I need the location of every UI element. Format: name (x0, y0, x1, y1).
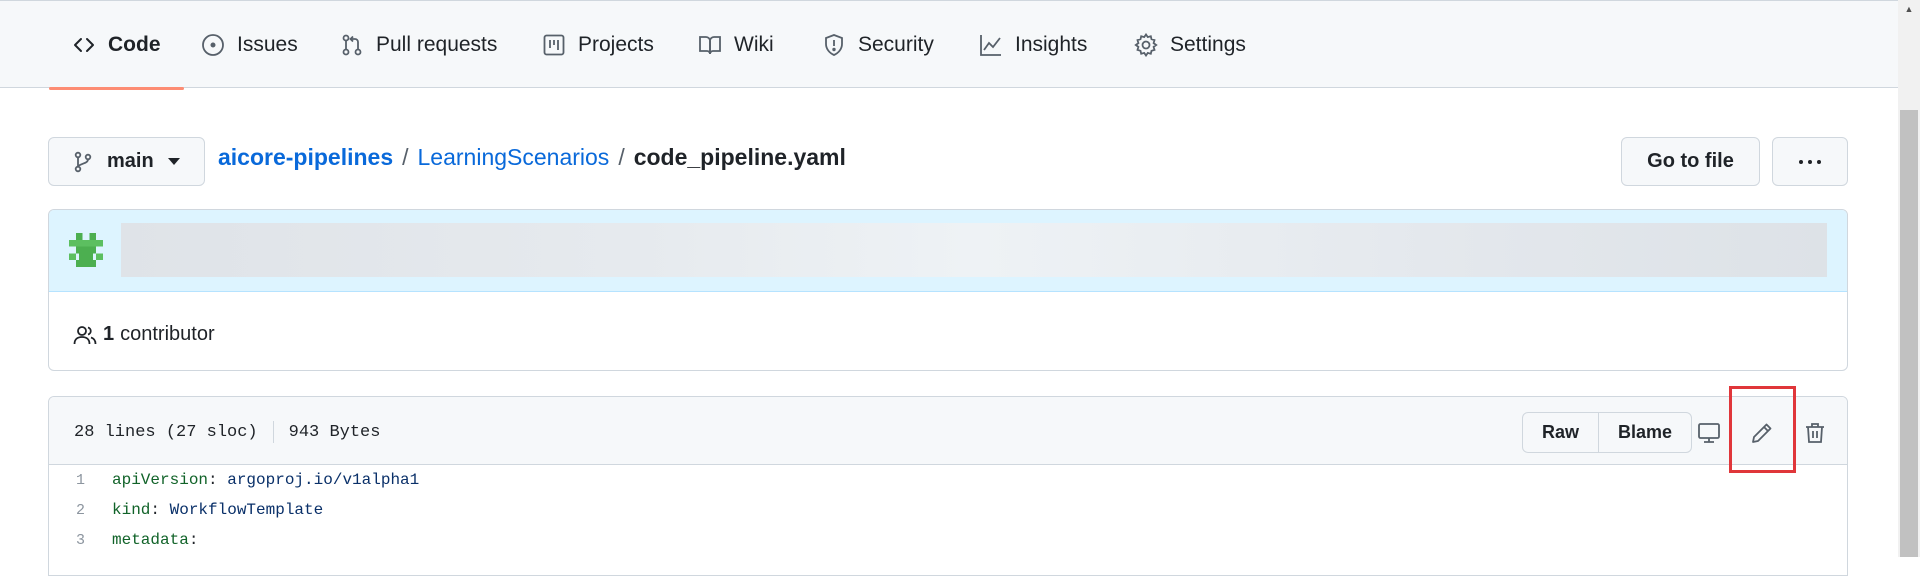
tab-pull-requests[interactable]: Pull requests (340, 1, 497, 89)
branch-name: main (107, 150, 154, 172)
file-size: 943 Bytes (288, 422, 381, 442)
people-icon (73, 325, 97, 344)
raw-blame-button-group: Raw Blame (1522, 412, 1693, 453)
yaml-key: apiVersion (112, 471, 209, 489)
book-icon (699, 36, 721, 55)
tab-label: Settings (1170, 33, 1246, 56)
line-number[interactable]: 1 (49, 472, 112, 489)
display-rich-button[interactable] (1693, 417, 1725, 449)
kebab-horizontal-icon (1799, 159, 1821, 164)
repo-nav: Code Issues Pull requests Projects Wiki … (0, 0, 1898, 90)
latest-commit-box: 1 contributor (48, 209, 1848, 371)
file-info: 28 lines (27 sloc) 943 Bytes (74, 421, 380, 443)
go-to-file-button[interactable]: Go to file (1621, 137, 1760, 186)
shield-icon (825, 34, 843, 56)
tab-label: Wiki (734, 33, 774, 56)
line-number[interactable]: 2 (49, 502, 112, 519)
tab-projects[interactable]: Projects (542, 1, 654, 89)
breadcrumb-separator: / (402, 144, 409, 170)
branch-select-button[interactable]: main (48, 137, 205, 186)
project-table-icon (543, 34, 565, 56)
tab-label: Issues (237, 33, 298, 56)
desktop-icon (1698, 423, 1720, 443)
line-number[interactable]: 3 (49, 532, 112, 549)
tab-insights[interactable]: Insights (979, 1, 1087, 89)
breadcrumb-separator: / (618, 144, 625, 170)
yaml-value: WorkflowTemplate (169, 501, 324, 519)
scroll-up-arrow-icon[interactable]: ▲ (1898, 0, 1920, 18)
tab-label: Pull requests (376, 33, 498, 56)
latest-commit-row (49, 210, 1847, 292)
yaml-value: argoproj.io/v1alpha1 (227, 471, 420, 489)
tab-security[interactable]: Security (822, 1, 934, 89)
caret-down-icon (167, 158, 180, 165)
gear-icon (1134, 33, 1158, 57)
code-line: 1 apiVersion: argoproj.io/v1alpha1 (49, 465, 1847, 495)
avatar[interactable] (69, 233, 103, 267)
tab-issues[interactable]: Issues (201, 1, 298, 89)
git-branch-icon (74, 151, 92, 172)
git-pull-request-icon (342, 34, 362, 56)
file-lines-info: 28 lines (27 sloc) (74, 422, 258, 442)
meta-divider (272, 421, 274, 443)
breadcrumb-folder-link[interactable]: LearningScenarios (418, 144, 610, 171)
contributors-count: 1 (103, 323, 115, 345)
code-line: 3 metadata: (49, 525, 1847, 555)
raw-button[interactable]: Raw (1523, 413, 1598, 452)
issue-opened-icon (202, 34, 224, 56)
yaml-key: metadata (112, 531, 189, 549)
code-icon (74, 38, 94, 52)
tab-label: Security (858, 33, 934, 56)
tab-wiki[interactable]: Wiki (698, 1, 774, 89)
commit-message-redacted (121, 223, 1827, 277)
tab-settings[interactable]: Settings (1134, 1, 1246, 89)
trash-icon (1806, 423, 1824, 443)
yaml-key: kind (112, 501, 151, 519)
tab-label: Code (108, 33, 161, 56)
more-options-button[interactable] (1772, 137, 1848, 186)
contributors-label: contributor (120, 323, 215, 345)
breadcrumb-repo-link[interactable]: aicore-pipelines (218, 144, 393, 171)
edit-button-highlight (1729, 386, 1796, 473)
contributors-summary[interactable]: 1 contributor (73, 323, 215, 346)
file-header: 28 lines (27 sloc) 943 Bytes Raw Blame (49, 397, 1847, 465)
blame-button[interactable]: Blame (1598, 413, 1691, 452)
code-listing: 1 apiVersion: argoproj.io/v1alpha1 2 kin… (49, 465, 1847, 555)
breadcrumb: aicore-pipelines / LearningScenarios / c… (218, 144, 846, 171)
tab-label: Insights (1015, 33, 1088, 56)
tab-label: Projects (578, 33, 654, 56)
tab-code[interactable]: Code (49, 1, 183, 90)
delete-file-button[interactable] (1799, 417, 1831, 449)
breadcrumb-file-name: code_pipeline.yaml (633, 144, 846, 170)
file-viewer: 28 lines (27 sloc) 943 Bytes Raw Blame 1… (48, 396, 1848, 576)
scrollbar-thumb[interactable] (1900, 110, 1918, 557)
graph-icon (980, 35, 1001, 56)
code-line: 2 kind: WorkflowTemplate (49, 495, 1847, 525)
